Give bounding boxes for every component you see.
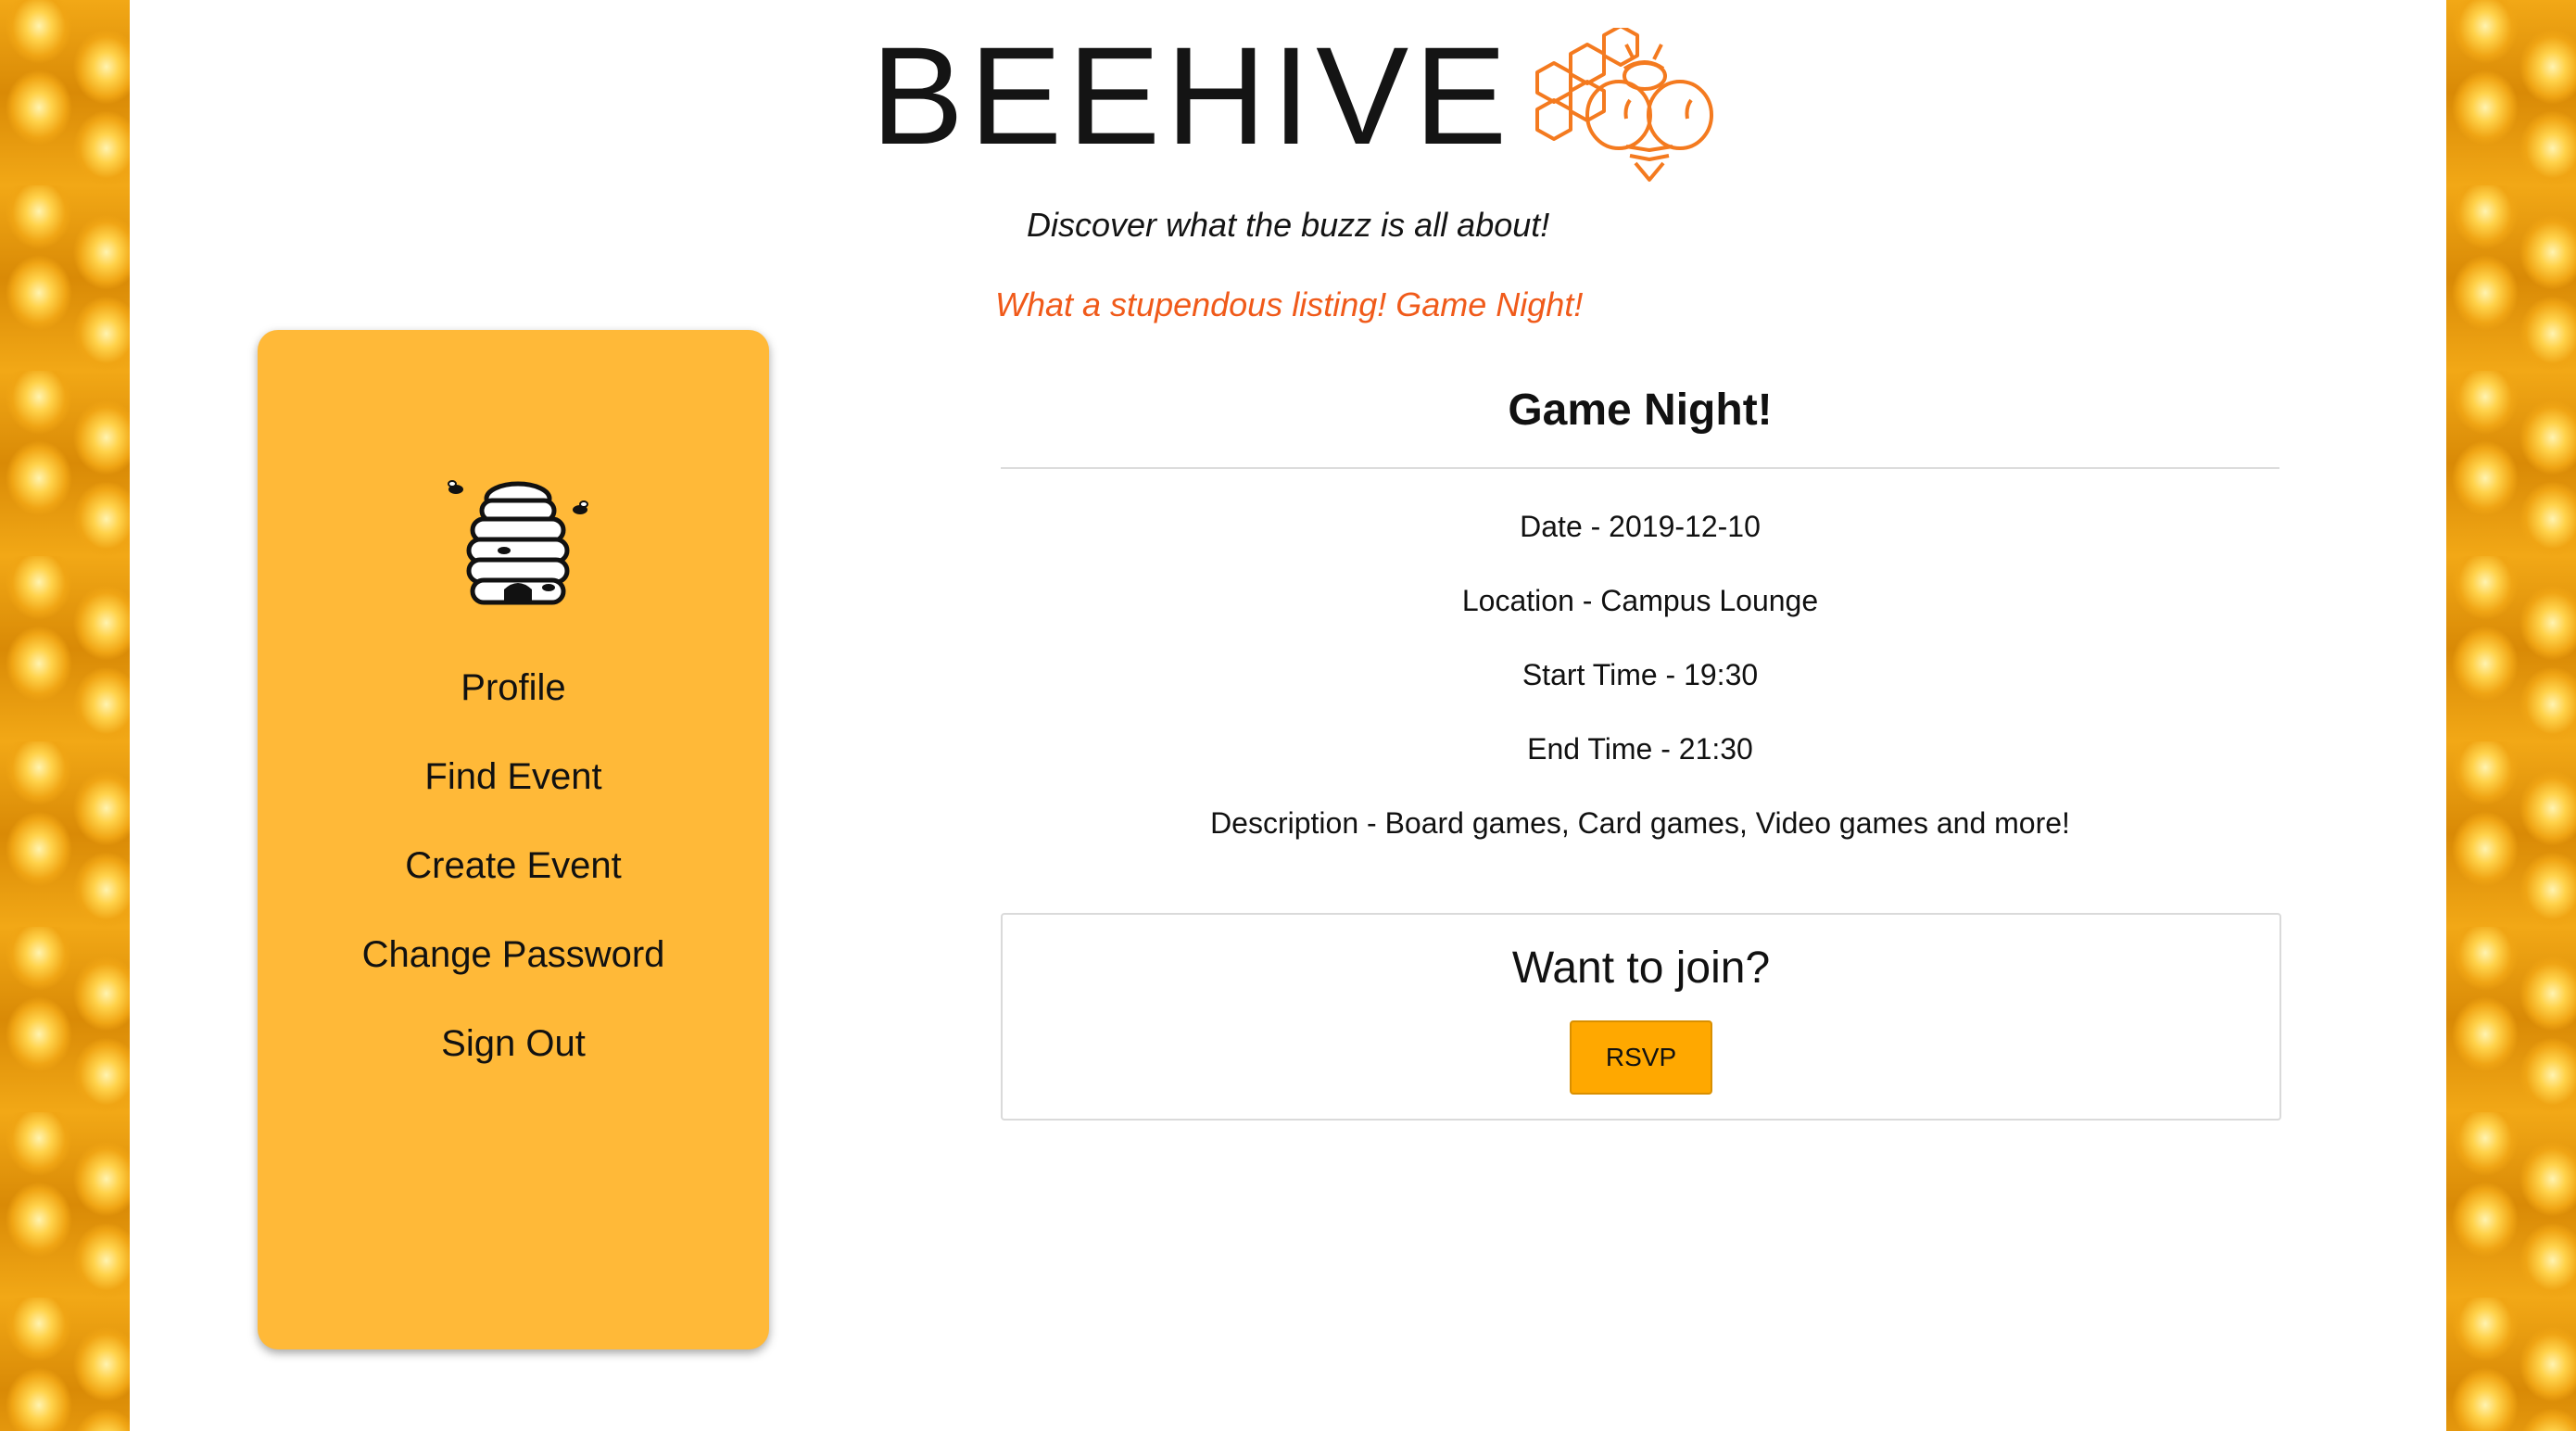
event-details-panel: Game Night! Date - 2019-12-10 Location -… <box>1001 371 2279 860</box>
beehive-icon <box>448 480 588 605</box>
site-header: BEEHIVE <box>871 18 1713 185</box>
event-description: Description - Board games, Card games, V… <box>1210 806 2070 840</box>
honeycomb-background-left <box>0 0 130 1431</box>
divider <box>1001 467 2279 469</box>
honeycomb-background-right <box>2446 0 2576 1431</box>
join-card: Want to join? RSVP <box>1001 913 2281 1121</box>
event-title: Game Night! <box>1508 386 1773 435</box>
nav-item-create-event[interactable]: Create Event <box>258 821 769 910</box>
event-end-time: End Time - 21:30 <box>1527 732 1753 766</box>
join-heading: Want to join? <box>1511 943 1771 993</box>
nav-item-change-password[interactable]: Change Password <box>258 910 769 999</box>
sidebar: Profile Find Event Create Event Change P… <box>258 330 769 1349</box>
nav-item-profile[interactable]: Profile <box>258 643 769 732</box>
honeycomb-bee-icon <box>1535 28 1713 182</box>
nav-item-sign-out[interactable]: Sign Out <box>258 999 769 1088</box>
flash-message: What a stupendous listing! Game Night! <box>995 285 1584 323</box>
brand-title: BEEHIVE <box>871 18 1513 173</box>
nav-item-find-event[interactable]: Find Event <box>258 732 769 821</box>
event-location: Location - Campus Lounge <box>1461 584 1819 617</box>
event-details-list: Date - 2019-12-10 Location - Campus Loun… <box>1001 489 2279 860</box>
nav-list: Profile Find Event Create Event Change P… <box>258 643 769 1088</box>
event-date: Date - 2019-12-10 <box>1520 510 1761 543</box>
event-start-time: Start Time - 19:30 <box>1522 658 1759 691</box>
tagline: Discover what the buzz is all about! <box>1027 206 1550 244</box>
rsvp-button[interactable]: RSVP <box>1570 1020 1712 1095</box>
